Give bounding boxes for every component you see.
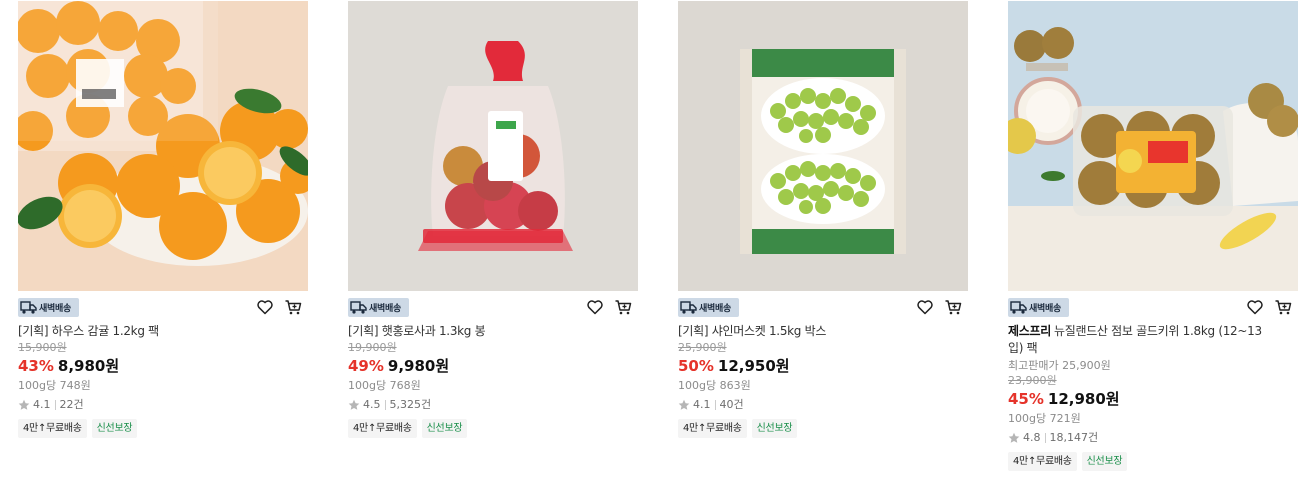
tag-list: 4만↑무료배송 신선보장 (1008, 452, 1298, 471)
discount-rate: 45% (1008, 390, 1044, 408)
cart-icon[interactable] (1274, 298, 1292, 316)
badge-label: 새벽배송 (699, 304, 731, 314)
product-title[interactable]: [기획] 햇홍로사과 1.3kg 봉 (348, 323, 613, 340)
tangerine-image (18, 1, 308, 291)
truck-icon (350, 301, 367, 314)
rating-score: 4.8 (1023, 431, 1041, 444)
tag-list: 4만↑무료배송 신선보장 (678, 419, 968, 438)
rating-score: 4.1 (693, 398, 711, 411)
product-meta-row: 새벽배송 (18, 291, 308, 322)
divider (384, 400, 386, 410)
original-price: 23,900원 (1008, 374, 1057, 387)
product-title[interactable]: [기획] 하우스 감귤 1.2kg 팩 (18, 323, 283, 340)
rating-row: 4.1 22건 (18, 398, 308, 412)
heart-icon[interactable] (586, 298, 604, 316)
heart-icon[interactable] (916, 298, 934, 316)
product-title[interactable]: [기획] 샤인머스켓 1.5kg 박스 (678, 323, 943, 340)
divider (54, 400, 56, 410)
price-row: 50% 12,950원 (678, 356, 968, 376)
fresh-guarantee-tag: 신선보장 (1081, 452, 1128, 471)
cart-icon[interactable] (944, 298, 962, 316)
grape-box-image (678, 1, 968, 291)
product-card[interactable]: 새벽배송 제스프리 뉴질랜드산 점보 골드키위 1.8kg (12~13입) 팩 … (1008, 1, 1298, 471)
max-sale-price: 최고판매가 25,900원 (1008, 359, 1111, 372)
free-shipping-tag: 4만↑무료배송 (678, 419, 747, 438)
truck-icon (680, 301, 697, 314)
review-count: 18,147건 (1049, 431, 1099, 444)
review-count: 40건 (719, 398, 744, 411)
original-price: 15,900원 (18, 341, 67, 354)
heart-icon[interactable] (256, 298, 274, 316)
rating-row: 4.8 18,147건 (1008, 431, 1298, 445)
price-row: 45% 12,980원 (1008, 389, 1298, 409)
star-icon (18, 399, 30, 410)
tag-list: 4만↑무료배송 신선보장 (348, 419, 638, 438)
dawn-delivery-badge: 새벽배송 (18, 298, 79, 317)
dawn-delivery-badge: 새벽배송 (1008, 298, 1069, 317)
star-icon (1008, 432, 1020, 443)
cart-icon[interactable] (284, 298, 302, 316)
product-image[interactable] (678, 1, 968, 291)
product-image[interactable] (18, 1, 308, 291)
product-grid: 새벽배송 [기획] 하우스 감귤 1.2kg 팩 15,900원 43% 8,98… (0, 0, 1302, 482)
fresh-guarantee-tag: 신선보장 (751, 419, 798, 438)
rating-row: 4.1 40건 (678, 398, 968, 412)
original-price: 25,900원 (678, 341, 727, 354)
product-image[interactable] (1008, 1, 1298, 291)
badge-label: 새벽배송 (369, 304, 401, 314)
sale-price: 12,950원 (717, 357, 790, 375)
price-row: 43% 8,980원 (18, 356, 308, 376)
discount-rate: 49% (348, 357, 384, 375)
product-meta-row: 새벽배송 (1008, 291, 1298, 322)
unit-price: 100g당 721원 (1008, 412, 1081, 425)
original-price: 19,900원 (348, 341, 397, 354)
unit-price: 100g당 768원 (348, 379, 421, 392)
rating-score: 4.1 (33, 398, 51, 411)
truck-icon (20, 301, 37, 314)
product-meta-row: 새벽배송 (678, 291, 968, 322)
free-shipping-tag: 4만↑무료배송 (348, 419, 417, 438)
heart-icon[interactable] (1246, 298, 1264, 316)
rating-score: 4.5 (363, 398, 381, 411)
cart-icon[interactable] (614, 298, 632, 316)
tag-list: 4만↑무료배송 신선보장 (18, 419, 308, 438)
review-count: 22건 (59, 398, 84, 411)
truck-icon (1010, 301, 1027, 314)
product-image[interactable] (348, 1, 638, 291)
dawn-delivery-badge: 새벽배송 (678, 298, 739, 317)
discount-rate: 50% (678, 357, 714, 375)
dawn-delivery-badge: 새벽배송 (348, 298, 409, 317)
badge-label: 새벽배송 (1029, 304, 1061, 314)
star-icon (348, 399, 360, 410)
free-shipping-tag: 4만↑무료배송 (18, 419, 87, 438)
product-card[interactable]: 새벽배송 [기획] 샤인머스켓 1.5kg 박스 25,900원 50% 12,9… (678, 1, 968, 438)
unit-price: 100g당 748원 (18, 379, 91, 392)
sale-price: 9,980원 (387, 357, 450, 375)
fresh-guarantee-tag: 신선보장 (421, 419, 468, 438)
review-count: 5,325건 (389, 398, 432, 411)
product-meta-row: 새벽배송 (348, 291, 638, 322)
fresh-guarantee-tag: 신선보장 (91, 419, 138, 438)
sale-price: 12,980원 (1047, 390, 1120, 408)
sale-price: 8,980원 (57, 357, 120, 375)
kiwi-pack-image (1008, 1, 1298, 291)
product-card[interactable]: 새벽배송 [기획] 햇홍로사과 1.3kg 봉 19,900원 49% 9,980… (348, 1, 638, 438)
product-title[interactable]: 제스프리 뉴질랜드산 점보 골드키위 1.8kg (12~13입) 팩 (1008, 323, 1273, 357)
rating-row: 4.5 5,325건 (348, 398, 638, 412)
unit-price: 100g당 863원 (678, 379, 751, 392)
divider (1044, 433, 1046, 443)
discount-rate: 43% (18, 357, 54, 375)
badge-label: 새벽배송 (39, 304, 71, 314)
divider (714, 400, 716, 410)
free-shipping-tag: 4만↑무료배송 (1008, 452, 1077, 471)
brand-name: 제스프리 (1008, 324, 1051, 338)
star-icon (678, 399, 690, 410)
product-card[interactable]: 새벽배송 [기획] 하우스 감귤 1.2kg 팩 15,900원 43% 8,98… (18, 1, 308, 438)
apple-bag-image (348, 1, 638, 291)
price-row: 49% 9,980원 (348, 356, 638, 376)
